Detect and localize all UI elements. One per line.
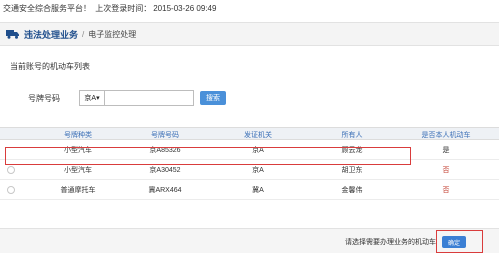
cell-is-own: 是 <box>442 147 450 154</box>
footer-instruction: 请选择需要办理业务的机动车 <box>345 239 436 246</box>
footer-bar: 请选择需要办理业务的机动车 确定 <box>0 228 499 253</box>
cell-plate-type: 小型汽车 <box>64 147 92 154</box>
cell-plate-type: 小型汽车 <box>64 167 92 174</box>
header-issuing-authority: 发证机关 <box>244 132 272 139</box>
table-row[interactable]: 小型汽车 京A30452 京A 胡卫东 否 <box>0 160 499 180</box>
row-radio[interactable] <box>7 166 15 174</box>
header-owner: 所有人 <box>341 132 363 139</box>
breadcrumb-separator: / <box>82 29 85 39</box>
cell-plate-number: 京A85326 <box>149 147 181 154</box>
confirm-button[interactable]: 确定 <box>442 236 466 248</box>
cell-plate-number: 冀ARX464 <box>148 187 182 194</box>
cell-owner: 金馨伟 <box>341 187 363 194</box>
breadcrumb-main[interactable]: 违法处理业务 <box>24 28 78 41</box>
top-info-bar: 交通安全综合服务平台！ 上次登录时间： 2015-03-26 09:49 <box>0 0 499 18</box>
header-plate-number: 号牌号码 <box>151 132 179 139</box>
breadcrumb-current: 电子监控处理 <box>88 29 137 39</box>
section-title: 当前账号的机动车列表 <box>10 62 90 71</box>
search-button[interactable]: 搜索 <box>200 91 226 105</box>
cell-authority: 京A <box>252 147 264 154</box>
search-row: 号牌号码 京A▾ 搜索 <box>0 90 499 108</box>
cell-is-own: 否 <box>442 187 450 194</box>
table-row[interactable]: 小型汽车 京A85326 京A 顾云龙 是 <box>0 140 499 160</box>
header-plate-type: 号牌种类 <box>64 132 92 139</box>
cell-authority: 京A <box>252 167 264 174</box>
plate-prefix-select[interactable]: 京A▾ <box>79 90 105 106</box>
vehicle-table: 号牌种类 号牌号码 发证机关 所有人 是否本人机动车 小型汽车 京A85326 … <box>0 127 499 200</box>
plate-number-label: 号牌号码 <box>28 94 60 103</box>
table-row[interactable]: 普通摩托车 冀ARX464 冀A 金馨伟 否 <box>0 180 499 200</box>
cell-authority: 冀A <box>252 187 264 194</box>
row-radio[interactable] <box>7 186 15 194</box>
cell-plate-number: 京A30452 <box>149 167 181 174</box>
cell-owner: 胡卫东 <box>341 167 363 174</box>
header-is-own-vehicle: 是否本人机动车 <box>421 132 471 139</box>
cell-plate-type: 普通摩托车 <box>60 187 96 194</box>
breadcrumb: 违法处理业务 / 电子监控处理 <box>0 22 499 46</box>
cell-is-own: 否 <box>442 167 450 174</box>
plate-prefix-value: 京A▾ <box>84 95 100 102</box>
cell-owner: 顾云龙 <box>341 147 363 154</box>
truck-icon <box>6 29 20 39</box>
table-header: 号牌种类 号牌号码 发证机关 所有人 是否本人机动车 <box>0 127 499 140</box>
plate-number-input[interactable] <box>104 90 194 106</box>
last-login-label: 上次登录时间： <box>95 4 152 13</box>
last-login-time: 2015-03-26 09:49 <box>153 4 217 13</box>
welcome-text: 交通安全综合服务平台！ <box>3 4 91 13</box>
